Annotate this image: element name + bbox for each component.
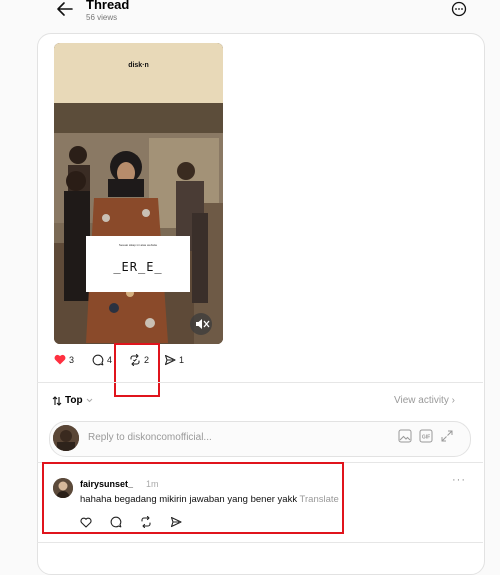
mute-button[interactable] — [190, 313, 212, 335]
comment-more-icon[interactable]: ··· — [452, 474, 466, 486]
video-watermark: disk·n — [128, 62, 149, 69]
send-icon — [164, 354, 176, 366]
sort-icon — [52, 395, 62, 406]
divider — [37, 382, 483, 383]
chevron-right-icon: › — [451, 395, 455, 406]
repost-highlight-box — [114, 343, 160, 397]
view-activity-link[interactable]: View activity › — [394, 395, 455, 406]
page-title: Thread — [86, 0, 130, 12]
reply-input-placeholder[interactable]: Reply to diskoncomofficial... — [88, 432, 212, 443]
video-card-caption: Sesuai sikap ini atas website — [118, 243, 158, 247]
gif-icon[interactable]: GIF — [419, 429, 433, 443]
chevron-down-icon — [86, 398, 92, 403]
heart-filled-icon — [54, 354, 66, 365]
image-icon[interactable] — [398, 429, 412, 443]
like-count: 3 — [69, 354, 75, 365]
expand-icon[interactable] — [440, 429, 454, 443]
view-count: 56 views — [86, 13, 118, 22]
post-video[interactable]: disk·n Sesuai sikap ini atas website _ER… — [54, 43, 223, 344]
more-options-icon[interactable] — [451, 1, 467, 17]
comment-icon — [92, 354, 104, 366]
sort-label: Top — [65, 395, 83, 406]
reply-toolbar: GIF — [398, 429, 454, 443]
share-button[interactable]: 1 — [164, 354, 184, 366]
divider — [37, 542, 483, 543]
back-arrow-icon[interactable] — [55, 0, 75, 18]
video-card-puzzle: _ER_E_ — [113, 260, 163, 274]
comment-highlight-box — [42, 462, 344, 534]
reply-button[interactable]: 4 — [92, 354, 112, 366]
sort-dropdown[interactable]: Top — [52, 395, 93, 406]
user-avatar — [53, 425, 79, 451]
like-button[interactable]: 3 — [54, 354, 74, 365]
svg-text:GIF: GIF — [422, 435, 430, 441]
share-count: 1 — [179, 355, 185, 365]
reply-count: 4 — [107, 355, 113, 365]
view-activity-label: View activity — [394, 395, 449, 406]
